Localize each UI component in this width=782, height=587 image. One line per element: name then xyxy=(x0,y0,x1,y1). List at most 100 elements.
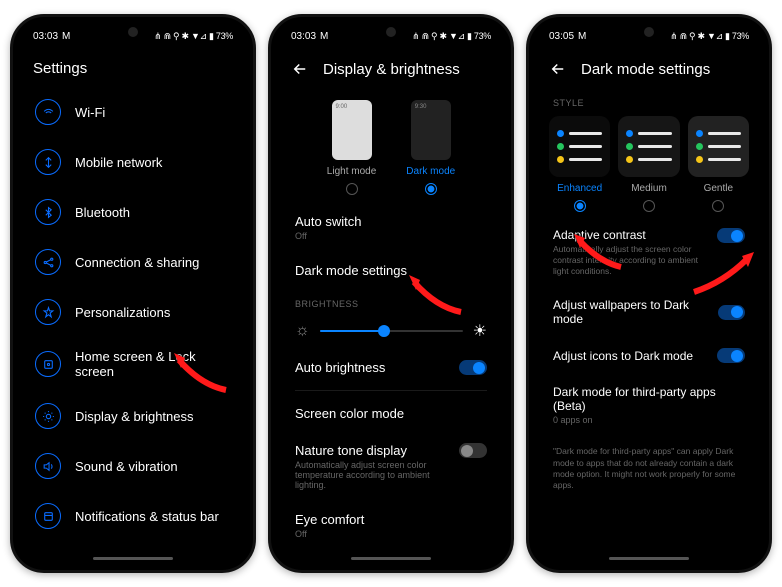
phone-display-brightness: 03:03 M ⋔ ⋒ ⚲ ✱ ▼⊿ ▮ 73% Display & brigh… xyxy=(268,14,514,573)
brightness-slider[interactable] xyxy=(320,330,463,332)
dark-mode-option[interactable]: Dark mode xyxy=(406,100,455,195)
page-title: Display & brightness xyxy=(323,61,460,78)
camera-notch xyxy=(644,27,654,37)
settings-row-mobile[interactable]: Mobile network xyxy=(19,137,247,187)
radio-unselected[interactable] xyxy=(643,200,655,212)
row-label: Wi-Fi xyxy=(75,105,105,120)
toggle-on[interactable] xyxy=(717,348,745,363)
third-party-row[interactable]: Dark mode for third-party apps (Beta) 0 … xyxy=(535,374,763,436)
row-label: Mobile network xyxy=(75,155,162,170)
sound-icon xyxy=(35,453,61,479)
settings-row-bluetooth[interactable]: Bluetooth xyxy=(19,187,247,237)
footnote: "Dark mode for third-party apps" can app… xyxy=(535,436,763,500)
section-style: STYLE xyxy=(535,88,763,112)
home-indicator[interactable] xyxy=(93,557,173,560)
settings-row-notifications[interactable]: Notifications & status bar xyxy=(19,491,247,541)
divider xyxy=(295,390,487,391)
style-label: Gentle xyxy=(704,183,733,194)
mode-label: Dark mode xyxy=(406,166,455,177)
style-enhanced[interactable]: Enhanced xyxy=(549,116,610,212)
header: Settings xyxy=(19,46,247,87)
eye-comfort-row[interactable]: Eye comfort Off xyxy=(277,501,505,550)
auto-brightness-row[interactable]: Auto brightness xyxy=(277,349,505,386)
nature-tone-row[interactable]: Nature tone display Automatically adjust… xyxy=(277,432,505,501)
mobile-icon xyxy=(35,149,61,175)
page-title: Dark mode settings xyxy=(581,61,710,78)
row-label: Sound & vibration xyxy=(75,459,178,474)
camera-notch xyxy=(386,27,396,37)
icons-row[interactable]: Adjust icons to Dark mode xyxy=(535,337,763,374)
row-title: Adjust icons to Dark mode xyxy=(553,349,693,363)
radio-unselected[interactable] xyxy=(712,200,724,212)
dark-mode-settings-row[interactable]: Dark mode settings xyxy=(277,252,505,289)
opt-title: Eye comfort xyxy=(295,512,487,527)
row-label: Bluetooth xyxy=(75,205,130,220)
toggle-on[interactable] xyxy=(717,228,745,243)
row-sub: 0 apps on xyxy=(553,415,745,425)
settings-row-homescreen[interactable]: Home screen & Lock screen xyxy=(19,337,247,391)
settings-row-display[interactable]: Display & brightness xyxy=(19,391,247,441)
settings-row-sound[interactable]: Sound & vibration xyxy=(19,441,247,491)
back-button[interactable] xyxy=(291,60,309,78)
row-label: Personalizations xyxy=(75,305,170,320)
light-mode-option[interactable]: Light mode xyxy=(327,100,376,195)
adaptive-contrast-row[interactable]: Adaptive contrast Automatically adjust t… xyxy=(535,218,763,287)
style-selector: Enhanced Medium xyxy=(535,112,763,218)
mail-icon: M xyxy=(578,31,586,42)
toggle-on[interactable] xyxy=(718,305,745,320)
status-time: 03:05 xyxy=(549,31,574,42)
mail-icon: M xyxy=(62,31,70,42)
section-brightness: BRIGHTNESS xyxy=(277,289,505,313)
home-icon xyxy=(35,351,61,377)
theme-icon xyxy=(35,299,61,325)
row-label: Display & brightness xyxy=(75,409,194,424)
style-gentle[interactable]: Gentle xyxy=(688,116,749,212)
phone-settings: 03:03 M ⋔ ⋒ ⚲ ✱ ▼⊿ ▮ 73% Settings Wi-Fi … xyxy=(10,14,256,573)
notification-icon xyxy=(35,503,61,529)
settings-row-wifi[interactable]: Wi-Fi xyxy=(19,87,247,137)
sun-low-icon: ☼ xyxy=(295,322,310,340)
opt-title: Auto brightness xyxy=(295,360,385,375)
style-medium[interactable]: Medium xyxy=(618,116,679,212)
status-icons: ⋔ ⋒ ⚲ ✱ ▼⊿ ▮ 73% xyxy=(670,31,749,42)
brightness-icon xyxy=(35,403,61,429)
row-label: Home screen & Lock screen xyxy=(75,349,231,379)
settings-row-personalizations[interactable]: Personalizations xyxy=(19,287,247,337)
row-title: Adaptive contrast xyxy=(553,228,707,242)
row-label: Connection & sharing xyxy=(75,255,199,270)
auto-switch-row[interactable]: Auto switch Off xyxy=(277,203,505,252)
opt-sub: Automatically adjust screen color temper… xyxy=(295,460,459,490)
home-indicator[interactable] xyxy=(609,557,689,560)
style-thumb xyxy=(549,116,610,177)
settings-list[interactable]: Wi-Fi Mobile network Bluetooth Connectio… xyxy=(19,87,247,564)
toggle-on[interactable] xyxy=(459,360,487,375)
mode-label: Light mode xyxy=(327,166,376,177)
opt-title: Nature tone display xyxy=(295,443,459,458)
opt-title: Auto switch xyxy=(295,214,487,229)
radio-unselected[interactable] xyxy=(346,183,358,195)
home-indicator[interactable] xyxy=(351,557,431,560)
status-icons: ⋔ ⋒ ⚲ ✱ ▼⊿ ▮ 73% xyxy=(154,31,233,42)
settings-row-connection[interactable]: Connection & sharing xyxy=(19,237,247,287)
header: Display & brightness xyxy=(277,46,505,88)
toggle-off[interactable] xyxy=(459,443,487,458)
sun-high-icon: ☀ xyxy=(473,321,487,341)
wifi-icon xyxy=(35,99,61,125)
dark-thumb xyxy=(411,100,451,160)
mail-icon: M xyxy=(320,31,328,42)
phone-dark-mode-settings: 03:05 M ⋔ ⋒ ⚲ ✱ ▼⊿ ▮ 73% Dark mode setti… xyxy=(526,14,772,573)
radio-selected[interactable] xyxy=(574,200,586,212)
theme-mode-selector: Light mode Dark mode xyxy=(277,88,505,203)
screen-color-mode-row[interactable]: Screen color mode xyxy=(277,395,505,432)
back-button[interactable] xyxy=(549,60,567,78)
share-icon xyxy=(35,249,61,275)
page-title: Settings xyxy=(33,60,87,77)
row-label: Notifications & status bar xyxy=(75,509,219,524)
opt-title: Dark mode settings xyxy=(295,263,487,278)
status-time: 03:03 xyxy=(291,31,316,42)
row-title: Adjust wallpapers to Dark mode xyxy=(553,298,718,326)
radio-selected[interactable] xyxy=(425,183,437,195)
opt-sub: Off xyxy=(295,231,487,241)
camera-notch xyxy=(128,27,138,37)
wallpapers-row[interactable]: Adjust wallpapers to Dark mode xyxy=(535,287,763,337)
